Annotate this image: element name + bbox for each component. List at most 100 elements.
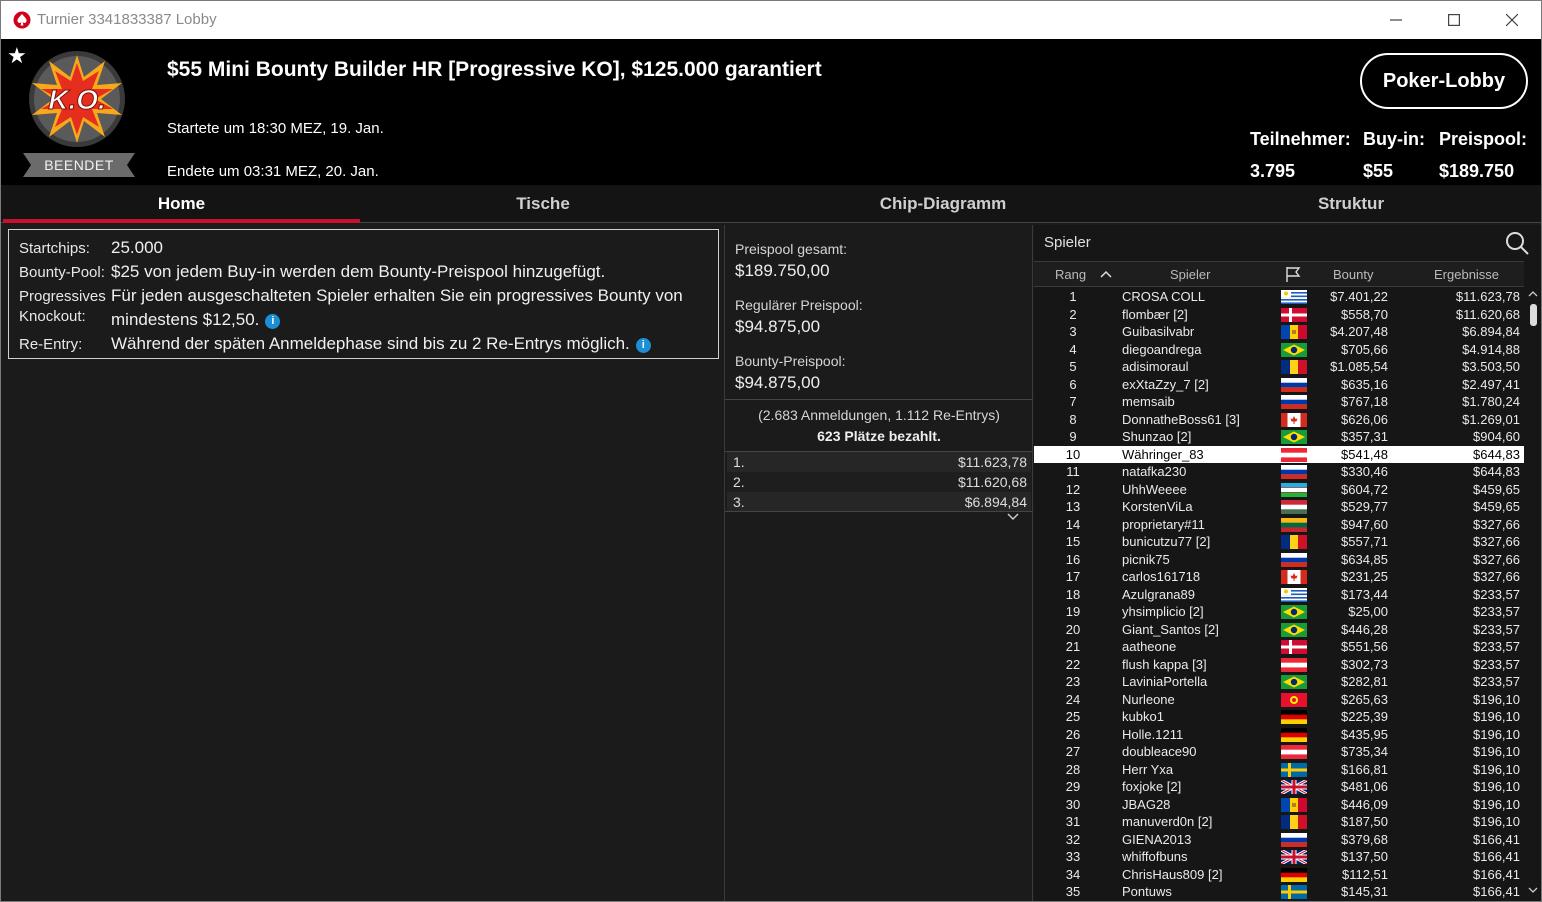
tab-chip-diagramm[interactable]: Chip-Diagramm (763, 185, 1123, 223)
minimize-icon (1390, 19, 1402, 21)
table-row[interactable]: 4 diegoandrega $705,66 $4.914,88 (1034, 341, 1524, 359)
column-player[interactable]: Spieler (1170, 267, 1210, 282)
table-row[interactable]: 9 Shunzao [2] $357,31 $904,60 (1034, 428, 1524, 446)
players-scrollbar[interactable] (1526, 288, 1540, 900)
country-flag-icon (1281, 797, 1307, 812)
table-row[interactable]: 15 bunicutzu77 [2] $557,71 $327,66 (1034, 533, 1524, 551)
player-name: yhsimplicio [2] (1122, 604, 1204, 619)
table-row[interactable]: 17 carlos161718 $231,25 $327,66 (1034, 568, 1524, 586)
table-row[interactable]: 24 Nurleone $265,63 $196,10 (1034, 691, 1524, 709)
payout-row: 2. $11.620,68 (727, 472, 1031, 492)
table-row[interactable]: 5 adisimoraul $1.085,54 $3.503,50 (1034, 358, 1524, 376)
table-row[interactable]: 2 flombær [2] $558,70 $11.620,68 (1034, 306, 1524, 324)
table-row[interactable]: 26 Holle.1211 $435,95 $196,10 (1034, 726, 1524, 744)
country-flag-column-icon[interactable] (1285, 266, 1301, 283)
player-name: diegoandrega (1122, 341, 1202, 357)
player-rank: 32 (1065, 831, 1081, 847)
start-time: Startete um 18:30 MEZ, 19. Jan. (167, 120, 384, 137)
table-row[interactable]: 16 picnik75 $634,85 $327,66 (1034, 551, 1524, 569)
player-bounty: $446,28 (1341, 621, 1388, 637)
expand-payouts-chevron-icon[interactable] (1003, 510, 1023, 524)
column-result[interactable]: Ergebnisse (1434, 267, 1499, 282)
sort-ascending-icon[interactable] (1100, 269, 1112, 279)
table-row[interactable]: 14 proprietary#11 $947,60 $327,66 (1034, 516, 1524, 534)
player-result: $196,10 (1473, 744, 1520, 759)
close-icon (1506, 14, 1518, 26)
scroll-down-icon[interactable] (1528, 886, 1538, 894)
player-name: Holle.1211 (1122, 726, 1184, 742)
column-bounty[interactable]: Bounty (1333, 267, 1373, 282)
player-rank: 20 (1065, 621, 1081, 637)
table-row[interactable]: 3 Guibasilvabr $4.207,48 $6.894,84 (1034, 323, 1524, 341)
table-row[interactable]: 19 yhsimplicio [2] $25,00 $233,57 (1034, 603, 1524, 621)
table-row-selected[interactable]: 10 Währinger_83 $541,48 $644,83 (1034, 445, 1524, 463)
table-row[interactable]: 11 natafka230 $330,46 $644,83 (1034, 463, 1524, 481)
reentry-label: Re-Entry: (19, 336, 83, 353)
player-name: proprietary#11 (1122, 516, 1205, 532)
tab-home[interactable]: Home (3, 185, 360, 223)
status-ribbon: BEENDET (23, 153, 135, 177)
favorite-star-icon[interactable]: ★ (7, 43, 27, 69)
country-flag-icon (1281, 395, 1307, 409)
prizepool-value: $189.750 (1439, 161, 1515, 181)
scroll-up-icon[interactable] (1528, 290, 1538, 298)
table-row[interactable]: 34 ChrisHaus809 [2] $112,51 $166,41 (1034, 866, 1524, 884)
progressive-value-2: mindestens $12,50. (111, 310, 260, 329)
country-flag-icon (1281, 605, 1307, 619)
maximize-button[interactable] (1425, 1, 1483, 39)
player-result: $166,41 (1473, 866, 1520, 882)
country-flag-icon (1281, 552, 1307, 567)
player-result: $1.269,01 (1462, 411, 1520, 427)
player-name: ChrisHaus809 [2] (1122, 866, 1223, 882)
table-row[interactable]: 28 Herr Yxa $166,81 $196,10 (1034, 761, 1524, 779)
table-row[interactable]: 25 kubko1 $225,39 $196,10 (1034, 708, 1524, 726)
table-row[interactable]: 20 Giant_Santos [2] $446,28 $233,57 (1034, 621, 1524, 639)
country-flag-icon (1281, 727, 1307, 742)
player-rank: 13 (1065, 499, 1081, 514)
table-row[interactable]: 22 flush kappa [3] $302,73 $233,57 (1034, 656, 1524, 674)
player-rank: 5 (1069, 359, 1077, 374)
table-row[interactable]: 13 KorstenViLa $529,77 $459,65 (1034, 498, 1524, 516)
table-row[interactable]: 27 doubleace90 $735,34 $196,10 (1034, 743, 1524, 761)
player-bounty: $635,16 (1341, 376, 1388, 392)
table-row[interactable]: 35 Pontuws $145,31 $166,41 (1034, 883, 1524, 900)
table-row[interactable]: 33 whiffofbuns $137,50 $166,41 (1034, 848, 1524, 866)
player-rank: 28 (1065, 761, 1081, 777)
table-row[interactable]: 6 exXtaZzy_7 [2] $635,16 $2.497,41 (1034, 376, 1524, 394)
player-name: flombær [2] (1122, 306, 1188, 322)
table-row[interactable]: 23 LaviniaPortella $282,81 $233,57 (1034, 673, 1524, 691)
minimize-button[interactable] (1367, 1, 1425, 39)
player-bounty: $282,81 (1341, 674, 1388, 689)
table-row[interactable]: 30 JBAG28 $446,09 $196,10 (1034, 796, 1524, 814)
country-flag-icon (1281, 325, 1307, 339)
prizepool-label: Preispool: (1439, 129, 1528, 149)
player-result: $1.780,24 (1462, 394, 1520, 409)
table-row[interactable]: 12 UhhWeeee $604,72 $459,65 (1034, 481, 1524, 499)
table-row[interactable]: 8 DonnatheBoss61 [3] $626,06 $1.269,01 (1034, 411, 1524, 429)
player-search-label[interactable]: Spieler (1044, 234, 1091, 251)
paid-places-text: 623 Plätze bezahlt. (817, 428, 941, 444)
tab-struktur[interactable]: Struktur (1171, 185, 1531, 223)
table-row[interactable]: 29 foxjoke [2] $481,06 $196,10 (1034, 778, 1524, 796)
column-rank[interactable]: Rang (1055, 267, 1086, 282)
registrations-text: (2.683 Anmeldungen, 1.112 Re-Entrys) (758, 407, 1000, 423)
search-icon[interactable] (1504, 230, 1530, 256)
table-row[interactable]: 31 manuverd0n [2] $187,50 $196,10 (1034, 813, 1524, 831)
tab-tische[interactable]: Tische (363, 185, 723, 223)
player-name: whiffofbuns (1122, 849, 1188, 864)
players-table-header: Rang Spieler Bounty Ergebnisse (1034, 261, 1524, 287)
table-row[interactable]: 7 memsaib $767,18 $1.780,24 (1034, 393, 1524, 411)
table-row[interactable]: 32 GIENA2013 $379,68 $166,41 (1034, 831, 1524, 849)
player-bounty: $1.085,54 (1330, 359, 1388, 374)
table-row[interactable]: 21 aatheone $551,56 $233,57 (1034, 638, 1524, 656)
poker-lobby-button[interactable]: Poker-Lobby (1360, 53, 1528, 109)
player-bounty: $379,68 (1341, 831, 1388, 847)
maximize-icon (1448, 14, 1460, 26)
player-bounty: $302,73 (1341, 656, 1388, 672)
info-icon[interactable]: i (635, 338, 651, 353)
info-icon[interactable]: i (265, 314, 281, 329)
table-row[interactable]: 18 Azulgrana89 $173,44 $233,57 (1034, 586, 1524, 604)
table-row[interactable]: 1 CROSA COLL $7.401,22 $11.623,78 (1034, 288, 1524, 306)
scroll-thumb[interactable] (1530, 304, 1537, 326)
close-button[interactable] (1483, 1, 1541, 39)
